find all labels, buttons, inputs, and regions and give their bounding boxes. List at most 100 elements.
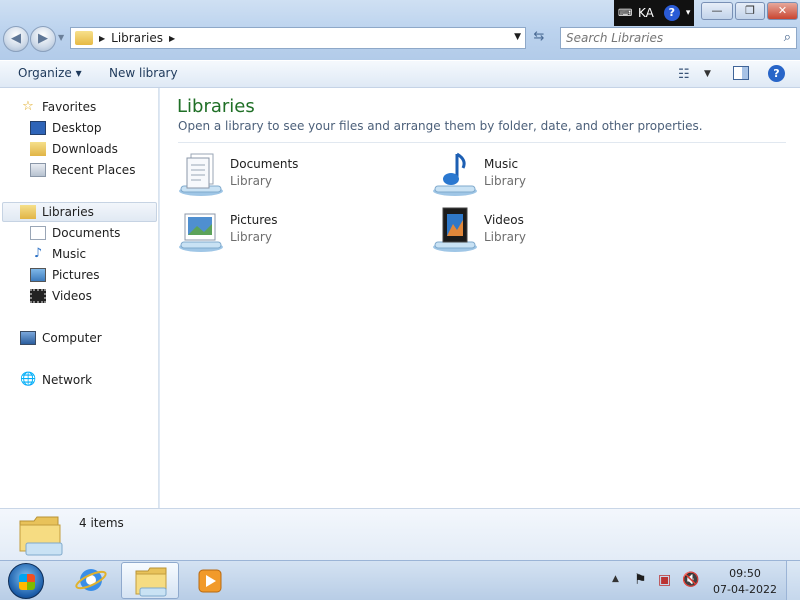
library-pictures[interactable]: Pictures Library [177,204,407,256]
library-music[interactable]: Music Library [431,148,661,200]
search-box[interactable]: ⌕ [560,27,797,49]
close-button[interactable]: ✕ [767,2,798,20]
new-library-button[interactable]: New library [109,66,178,80]
documents-icon [30,226,46,240]
taskbar-media-player[interactable] [181,562,239,599]
recent-places-icon [30,163,46,177]
network-status-icon[interactable]: ▣ [658,572,671,588]
maximize-button[interactable]: ❐ [735,2,765,20]
view-options-icon[interactable]: ☷ [678,67,690,82]
library-type: Library [484,230,526,244]
clock-date: 07-04-2022 [713,583,777,596]
command-bar: Organize ▾ New library ☷ ▼ ? [0,60,800,88]
language-indicator[interactable]: KA [638,6,654,20]
library-name: Documents [230,157,299,171]
nav-libraries[interactable]: Libraries [2,202,157,222]
langbar-options-icon[interactable]: ▾ [686,8,691,18]
search-icon[interactable]: ⌕ [784,30,791,45]
title-bar: ◀ ▶ ▼ ▶ Libraries ▶ ▼ ⇆ ⌕ ⌨ KA ? ▾ — ❐ ✕ [0,0,800,60]
action-center-flag-icon[interactable]: ⚑ [634,572,647,588]
volume-muted-icon[interactable]: 🔇 [682,572,699,588]
libraries-icon [20,205,36,219]
libraries-folder-icon [19,516,63,556]
system-clock[interactable]: 09:50 07-04-2022 [712,566,778,598]
media-player-icon [198,569,222,593]
library-videos[interactable]: Videos Library [431,204,661,256]
nav-network[interactable]: 🌐 Network [20,370,92,390]
internet-explorer-icon [75,569,107,591]
documents-library-icon [179,153,223,196]
minimize-button[interactable]: — [701,2,733,20]
nav-favorites-label: Favorites [42,100,97,114]
file-list: Libraries Open a library to see your fil… [160,88,800,508]
network-icon: 🌐 [20,372,37,387]
windows-explorer-icon [135,567,167,597]
nav-music-label: Music [52,247,87,261]
langbar-help-icon[interactable]: ? [663,5,680,21]
library-type: Library [484,174,526,188]
details-pane: 4 items [0,508,800,560]
keyboard-icon[interactable]: ⌨ [618,8,632,19]
show-desktop-button[interactable] [786,561,800,600]
refresh-icon: ⇆ [533,29,545,44]
refresh-button[interactable]: ⇆ [528,29,550,49]
libraries-folder-icon [75,31,93,45]
nav-downloads[interactable]: Downloads [30,139,118,159]
nav-computer[interactable]: Computer [20,328,102,348]
preview-pane-icon[interactable] [733,66,749,80]
nav-downloads-label: Downloads [52,142,118,156]
divider [178,142,786,143]
music-library-icon [433,152,477,196]
nav-desktop[interactable]: Desktop [30,118,102,138]
nav-recent-places-label: Recent Places [52,163,136,177]
help-icon[interactable]: ? [768,65,785,82]
videos-library-icon [433,207,477,252]
breadcrumb-chevron-icon[interactable]: ▶ [169,34,175,43]
computer-icon [20,331,36,345]
pictures-library-icon [179,213,223,252]
library-type: Library [230,174,272,188]
forward-button[interactable]: ▶ [30,26,56,52]
nav-network-label: Network [42,373,93,387]
breadcrumb-libraries[interactable]: Libraries [111,31,163,45]
library-name: Music [484,157,519,171]
item-count: 4 items [79,516,124,530]
nav-computer-label: Computer [42,331,102,345]
nav-recent-places[interactable]: Recent Places [30,160,135,180]
recent-pages-dropdown[interactable]: ▼ [58,33,64,42]
library-documents[interactable]: Documents Library [177,148,407,200]
language-bar: ⌨ KA ? ▾ [614,0,694,26]
nav-videos[interactable]: Videos [30,286,92,306]
page-subtitle: Open a library to see your files and arr… [178,119,703,133]
nav-favorites[interactable]: ☆ Favorites [20,97,96,117]
library-name: Pictures [230,213,278,227]
nav-desktop-label: Desktop [52,121,102,135]
page-title: Libraries [177,96,255,117]
taskbar-windows-explorer[interactable] [121,562,179,599]
library-name: Videos [484,213,524,227]
nav-music[interactable]: ♪ Music [30,244,86,264]
windows-logo-icon [19,574,35,590]
nav-pictures[interactable]: Pictures [30,265,100,285]
address-bar[interactable]: ▶ Libraries ▶ ▼ [70,27,526,49]
music-icon: ♪ [33,246,43,261]
view-dropdown-icon[interactable]: ▼ [704,69,711,79]
taskbar-internet-explorer[interactable] [62,562,120,599]
show-hidden-icons-icon[interactable]: ▲ [612,574,619,584]
nav-documents[interactable]: Documents [30,223,120,243]
back-arrow-icon: ◀ [11,31,21,46]
breadcrumb-arrow-icon[interactable]: ▶ [99,34,105,43]
library-type: Library [230,230,272,244]
navigation-pane: ☆ Favorites Desktop Downloads Recent Pla… [0,88,159,508]
start-button[interactable] [8,563,44,599]
back-button[interactable]: ◀ [3,26,29,52]
forward-arrow-icon: ▶ [38,31,48,46]
desktop-icon [30,121,46,135]
downloads-icon [30,142,46,156]
pictures-icon [30,268,46,282]
nav-documents-label: Documents [52,226,121,240]
taskbar: ▲ ⚑ ▣ 🔇 09:50 07-04-2022 [0,560,800,600]
search-input[interactable] [566,28,766,48]
organize-button[interactable]: Organize ▾ [18,66,82,80]
address-dropdown-icon[interactable]: ▼ [514,32,521,42]
